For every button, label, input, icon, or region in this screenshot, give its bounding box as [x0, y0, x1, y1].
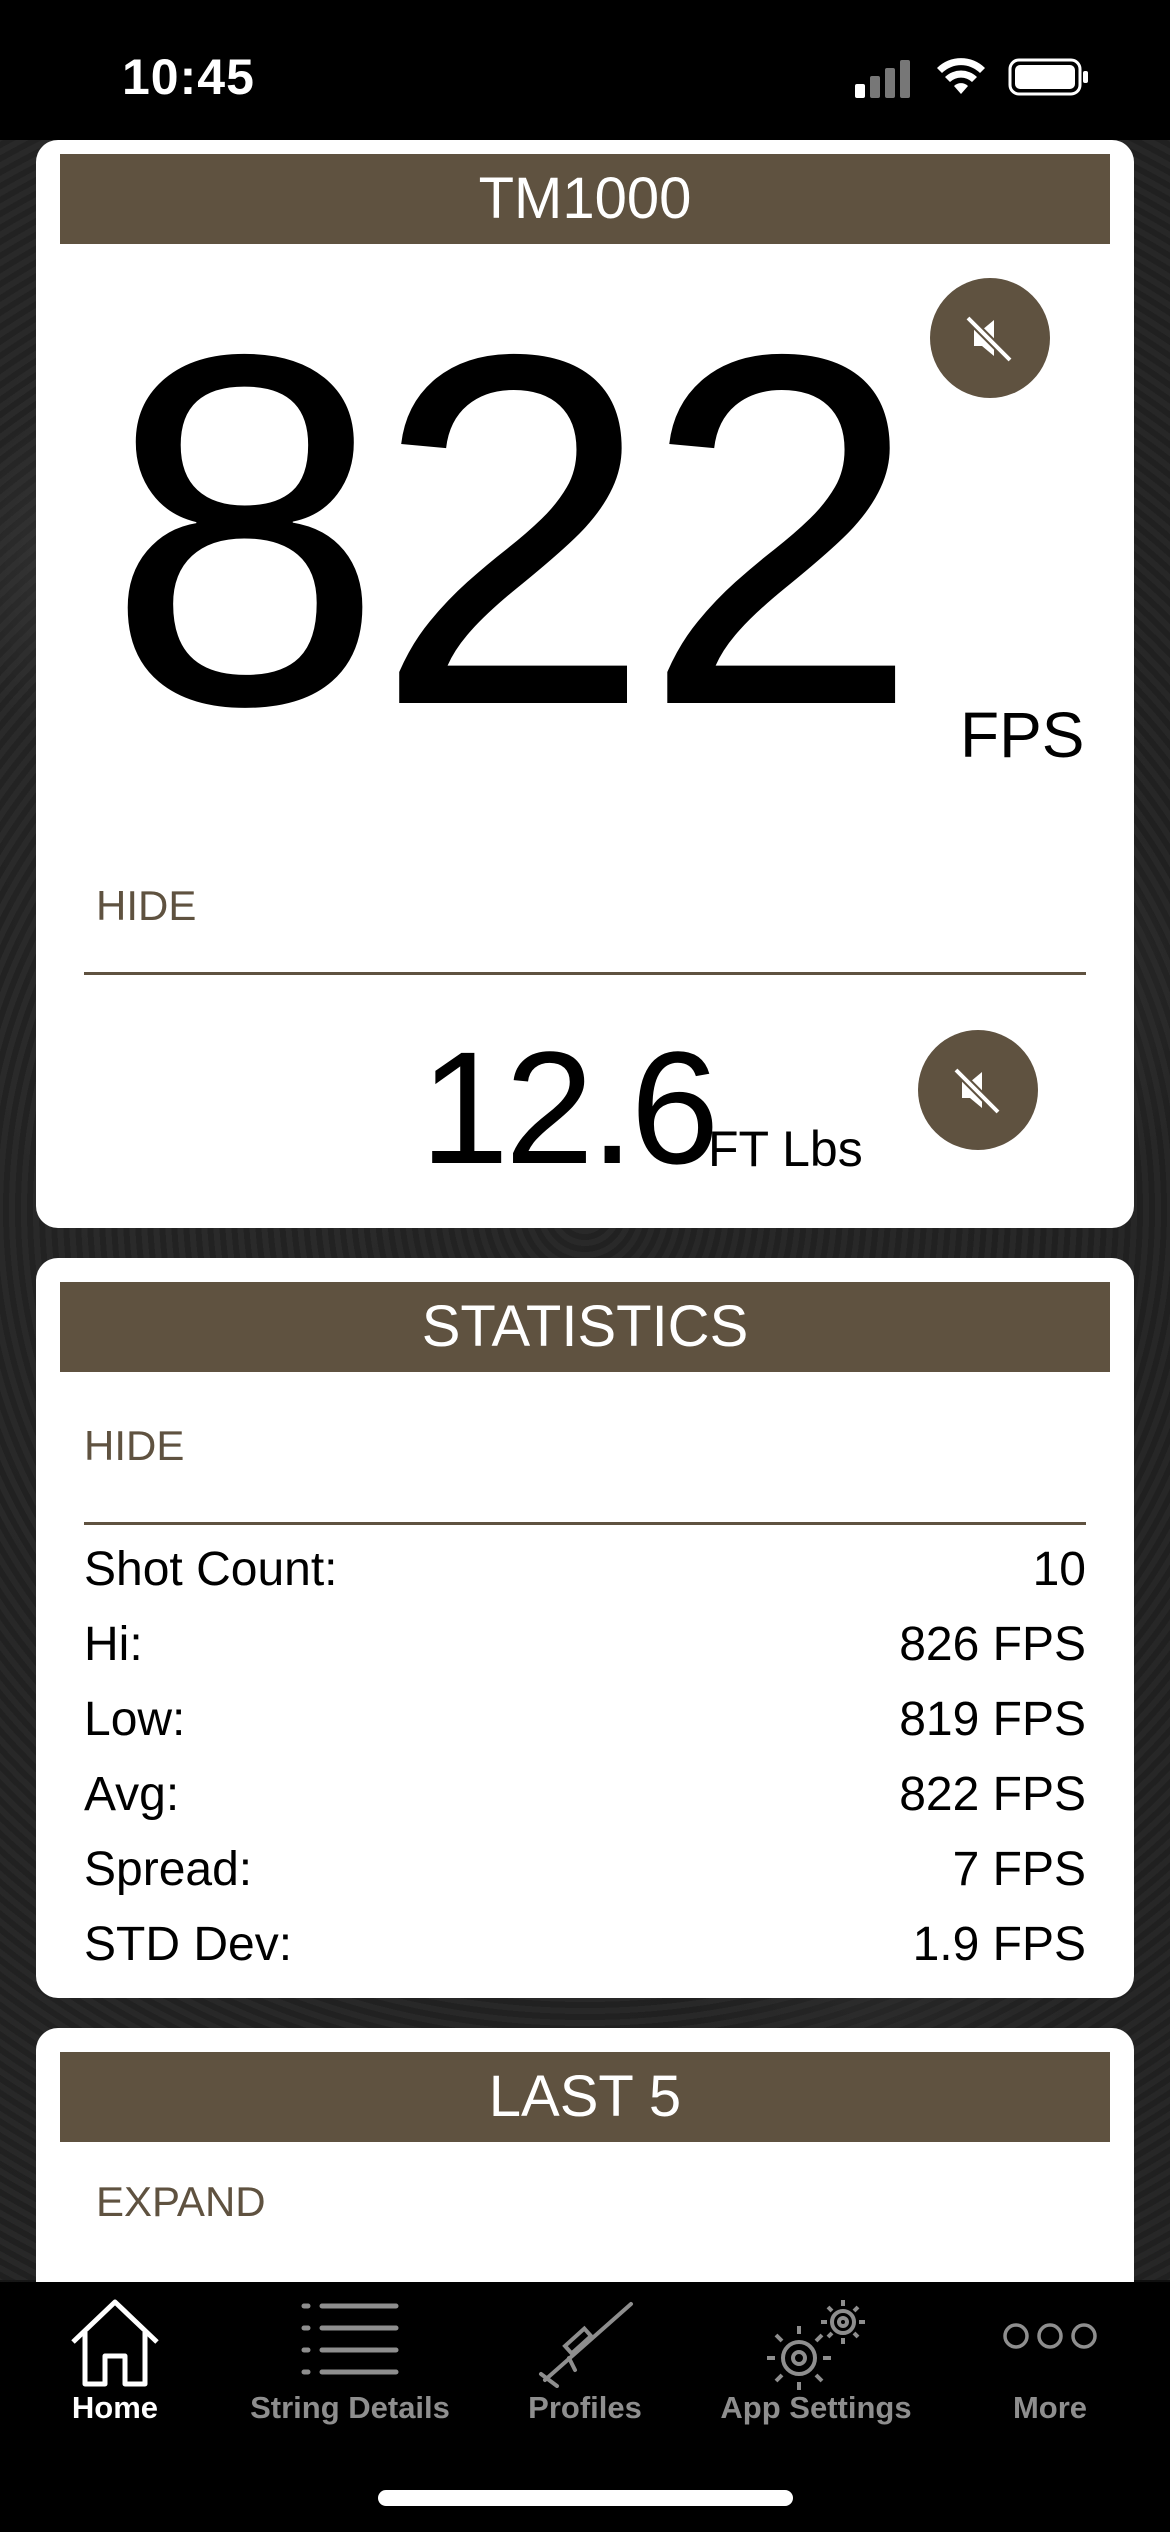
hide-statistics-button[interactable]: HIDE [84, 1422, 184, 1470]
cellular-signal-icon [855, 58, 915, 98]
stat-label: Low: [84, 1693, 186, 1746]
list-icon [301, 2303, 399, 2375]
stat-value: 7 FPS [952, 1843, 1086, 1896]
app-screen: 10:45 TM1000 822 FPS HIDE 12.6 FT Lbs ST… [0, 0, 1170, 2532]
battery-icon [1008, 58, 1088, 96]
tab-more[interactable]: More [980, 2282, 1120, 2432]
velocity-divider [84, 972, 1086, 975]
gears-icon [767, 2300, 865, 2390]
stat-label: Avg: [84, 1768, 180, 1821]
energy-mute-button[interactable] [918, 1030, 1038, 1150]
device-name-header: TM1000 [60, 154, 1110, 244]
stat-label: STD Dev: [84, 1918, 293, 1971]
stat-row-std-dev: STD Dev: 1.9 FPS [84, 1907, 1086, 1982]
tab-home[interactable]: Home [40, 2282, 190, 2432]
stat-label: Hi: [84, 1618, 143, 1671]
stat-value: 822 FPS [899, 1768, 1086, 1821]
tab-label: Profiles [528, 2390, 642, 2425]
tab-label: More [1012, 2390, 1088, 2425]
statistics-card: STATISTICS HIDE Shot Count: 10 Hi: 826 F… [36, 1258, 1134, 1998]
velocity-card: TM1000 822 FPS HIDE 12.6 FT Lbs [36, 140, 1134, 1228]
wifi-icon [937, 58, 985, 94]
tab-profiles[interactable]: Profiles [500, 2282, 670, 2432]
velocity-value: 822 [106, 250, 920, 809]
home-indicator[interactable] [378, 2490, 793, 2506]
status-time: 10:45 [122, 49, 255, 105]
velocity-unit: FPS [960, 699, 1085, 771]
tab-string-details[interactable]: String Details [230, 2282, 470, 2432]
statistics-header: STATISTICS [60, 1282, 1110, 1372]
status-bar: 10:45 [0, 0, 1170, 140]
stat-row-low: Low: 819 FPS [84, 1682, 1086, 1757]
stat-row-shot-count: Shot Count: 10 [84, 1532, 1086, 1607]
home-icon [71, 2299, 159, 2387]
expand-last5-button[interactable]: EXPAND [96, 2178, 266, 2226]
statistics-divider [84, 1522, 1086, 1525]
energy-unit: FT Lbs [708, 1121, 863, 1177]
stat-value: 826 FPS [899, 1618, 1086, 1671]
tab-label: App Settings [720, 2390, 912, 2425]
stat-value: 819 FPS [899, 1693, 1086, 1746]
stat-row-avg: Avg: 822 FPS [84, 1757, 1086, 1832]
stat-row-hi: Hi: 826 FPS [84, 1607, 1086, 1682]
more-icon [1003, 2323, 1097, 2349]
tab-label: Home [71, 2390, 159, 2425]
last5-header: LAST 5 [60, 2052, 1110, 2142]
stat-value: 1.9 FPS [912, 1918, 1086, 1971]
stat-label: Spread: [84, 1843, 253, 1896]
tab-label: String Details [250, 2390, 450, 2425]
energy-value: 12.6 [420, 1018, 719, 1197]
tab-app-settings[interactable]: App Settings [716, 2282, 916, 2432]
stat-row-spread: Spread: 7 FPS [84, 1832, 1086, 1907]
stat-label: Shot Count: [84, 1543, 338, 1596]
rifle-icon [539, 2302, 633, 2388]
stat-value: 10 [1032, 1543, 1086, 1596]
speaker-muted-icon [953, 1067, 1001, 1115]
hide-velocity-button[interactable]: HIDE [96, 882, 196, 930]
